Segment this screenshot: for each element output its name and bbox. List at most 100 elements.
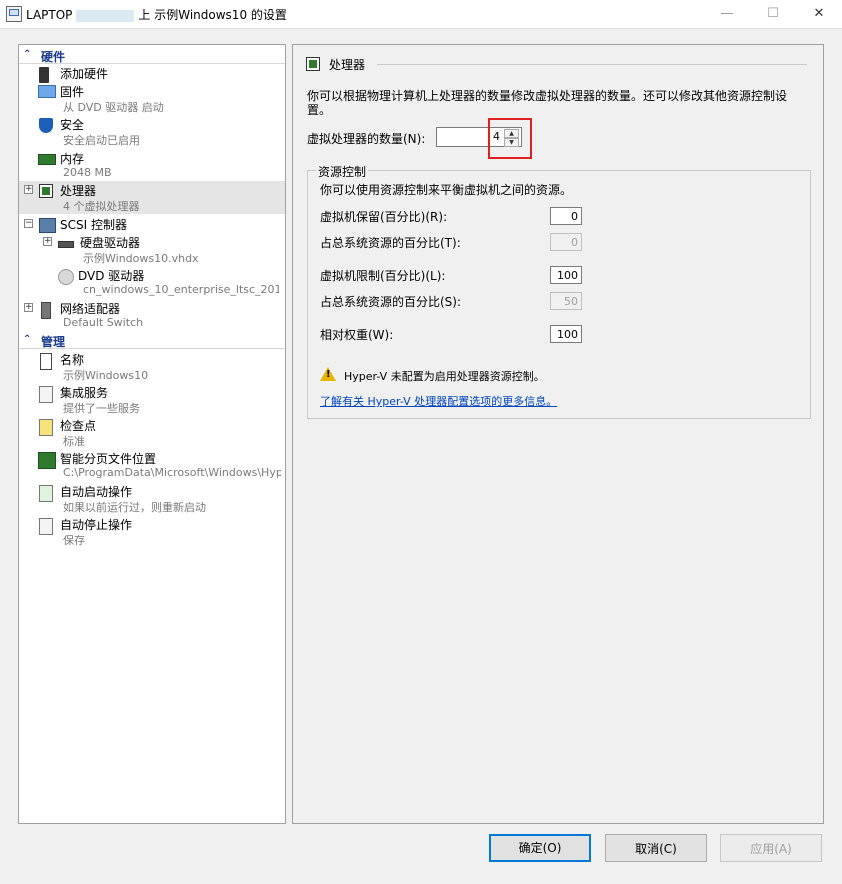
tree-item-sublabel: 安全启动已启用 <box>63 134 140 147</box>
collapse-icon[interactable]: − <box>24 219 33 228</box>
paging-file-icon <box>38 452 56 469</box>
tree-item-sublabel: 示例Windows10.vhdx <box>83 252 199 265</box>
checkpoint-icon <box>39 419 53 436</box>
hardware-section-header[interactable]: ⌃ 硬件 <box>19 48 285 64</box>
close-button[interactable]: ✕ <box>796 0 842 28</box>
tree-item-sublabel: 标准 <box>63 435 85 448</box>
tree-item-name[interactable]: 名称 示例Windows10 <box>19 350 285 383</box>
weight-input[interactable]: 100 <box>550 325 582 343</box>
limit-percent-label: 占总系统资源的百分比(S): <box>320 295 462 309</box>
limit-label: 虚拟机限制(百分比)(L): <box>320 269 446 283</box>
vcpu-count-label: 虚拟处理器的数量(N): <box>307 132 426 146</box>
reserve-label: 虚拟机保留(百分比)(R): <box>320 210 448 224</box>
tree-item-label: 自动启动操作 <box>60 485 133 499</box>
tree-item-security[interactable]: 安全 安全启动已启用 <box>19 115 285 148</box>
panel-title: 处理器 <box>329 58 366 72</box>
tree-item-label: 智能分页文件位置 <box>60 452 157 466</box>
tree-item-network-adapter[interactable]: + 网络适配器 Default Switch <box>19 299 285 332</box>
management-section-header[interactable]: ⌃ 管理 <box>19 333 285 349</box>
reserve-percent-label: 占总系统资源的百分比(T): <box>320 236 461 250</box>
tree-item-sublabel: Default Switch <box>63 316 144 329</box>
tree-item-integration-services[interactable]: 集成服务 提供了一些服务 <box>19 383 285 416</box>
redacted-block <box>76 9 135 22</box>
tree-item-sublabel: 从 DVD 驱动器 启动 <box>63 101 164 114</box>
firmware-icon <box>38 85 56 98</box>
tree-item-label: DVD 驱动器 <box>78 269 145 283</box>
window-title-prefix: LAPTOP <box>26 8 73 22</box>
apply-button[interactable]: 应用(A) <box>720 834 822 862</box>
window-title-suffix: 上 示例Windows10 的设置 <box>138 8 287 22</box>
tree-item-sublabel: 提供了一些服务 <box>63 402 140 415</box>
tree-item-firmware[interactable]: 固件 从 DVD 驱动器 启动 <box>19 82 285 115</box>
tree-item-smart-paging[interactable]: 智能分页文件位置 C:\ProgramData\Microsoft\Window… <box>19 449 285 482</box>
network-adapter-icon <box>41 302 51 319</box>
tree-item-label: 添加硬件 <box>60 67 109 81</box>
tree-item-label: 固件 <box>60 85 85 99</box>
integration-services-icon <box>39 386 53 403</box>
tree-item-sublabel: 示例Windows10 <box>63 369 149 382</box>
settings-window-icon <box>6 6 22 22</box>
collapse-chevron-icon[interactable]: ⌃ <box>23 334 31 345</box>
processor-icon <box>306 57 320 71</box>
tree-item-label: 硬盘驱动器 <box>80 236 141 250</box>
maximize-button[interactable]: ☐ <box>750 0 796 28</box>
title-bar: LAPTOP 上 示例Windows10 的设置 — ☐ ✕ <box>0 0 842 29</box>
tree-item-dvd-drive[interactable]: DVD 驱动器 cn_windows_10_enterprise_ltsc_20… <box>19 266 285 299</box>
resource-control-title: 资源控制 <box>316 163 369 180</box>
tree-item-label: 检查点 <box>60 419 97 433</box>
tree-item-sublabel: C:\ProgramData\Microsoft\Windows\Hyper-V <box>63 466 281 479</box>
limit-input[interactable]: 100 <box>550 266 582 284</box>
tree-item-label: 名称 <box>60 353 85 367</box>
tree-item-checkpoints[interactable]: 检查点 标准 <box>19 416 285 449</box>
processor-icon <box>39 184 53 198</box>
tree-item-label: 内存 <box>60 152 85 166</box>
tree-item-label: 安全 <box>60 118 85 132</box>
expand-icon[interactable]: + <box>24 185 33 194</box>
minimize-button[interactable]: — <box>704 0 750 28</box>
tree-item-sublabel: cn_windows_10_enterprise_ltsc_2019... <box>83 283 279 296</box>
tree-item-sublabel: 2048 MB <box>63 166 112 179</box>
title-divider <box>377 64 807 65</box>
limit-percent-field: 50 <box>550 292 582 310</box>
dvd-drive-icon <box>58 269 74 285</box>
tree-item-processor[interactable]: + 处理器 4 个虚拟处理器 <box>19 181 285 214</box>
tree-item-hard-drive[interactable]: + 硬盘驱动器 示例Windows10.vhdx <box>19 233 285 266</box>
processor-settings-panel: 处理器 你可以根据物理计算机上处理器的数量修改虚拟处理器的数量。还可以修改其他资… <box>292 44 824 824</box>
tree-item-label: 集成服务 <box>60 386 109 400</box>
resource-control-group: 资源控制 你可以使用资源控制来平衡虚拟机之间的资源。 虚拟机保留(百分比)(R)… <box>307 163 811 419</box>
warning-icon <box>320 367 336 381</box>
name-icon <box>40 353 52 370</box>
shield-icon <box>39 118 53 133</box>
tree-item-memory[interactable]: 内存 2048 MB <box>19 149 285 182</box>
scsi-controller-icon <box>39 218 56 233</box>
tree-item-label: 处理器 <box>60 184 97 198</box>
reserve-percent-field: 0 <box>550 233 582 251</box>
tree-item-auto-start[interactable]: 自动启动操作 如果以前运行过，则重新启动 <box>19 482 285 515</box>
expand-icon[interactable]: + <box>24 303 33 312</box>
cancel-button[interactable]: 取消(C) <box>605 834 707 862</box>
hard-drive-icon <box>58 241 74 248</box>
tree-item-label: 自动停止操作 <box>60 518 133 532</box>
window-title: LAPTOP 上 示例Windows10 的设置 <box>26 6 287 23</box>
management-header-label: 管理 <box>41 335 66 349</box>
learn-more-link[interactable]: 了解有关 Hyper-V 处理器配置选项的更多信息。 <box>320 393 557 409</box>
highlight-box <box>488 118 532 159</box>
collapse-chevron-icon[interactable]: ⌃ <box>23 49 31 60</box>
auto-stop-icon <box>39 518 53 535</box>
warning-text: Hyper-V 未配置为启用处理器资源控制。 <box>344 370 545 383</box>
tree-item-sublabel: 4 个虚拟处理器 <box>63 200 140 213</box>
tree-item-auto-stop[interactable]: 自动停止操作 保存 <box>19 515 285 548</box>
expand-icon[interactable]: + <box>43 237 52 246</box>
weight-label: 相对权重(W): <box>320 328 394 342</box>
memory-icon <box>38 154 56 165</box>
hardware-header-label: 硬件 <box>41 50 66 64</box>
panel-description: 你可以根据物理计算机上处理器的数量修改虚拟处理器的数量。还可以修改其他资源控制设… <box>307 89 788 117</box>
resource-control-intro: 你可以使用资源控制来平衡虚拟机之间的资源。 <box>320 183 573 197</box>
tree-item-sublabel: 保存 <box>63 534 85 547</box>
add-hardware-icon <box>39 67 49 83</box>
tree-item-label: 网络适配器 <box>60 302 121 316</box>
reserve-input[interactable]: 0 <box>550 207 582 225</box>
ok-button[interactable]: 确定(O) <box>489 834 591 862</box>
tree-item-label: SCSI 控制器 <box>60 218 127 232</box>
auto-start-icon <box>39 485 53 502</box>
